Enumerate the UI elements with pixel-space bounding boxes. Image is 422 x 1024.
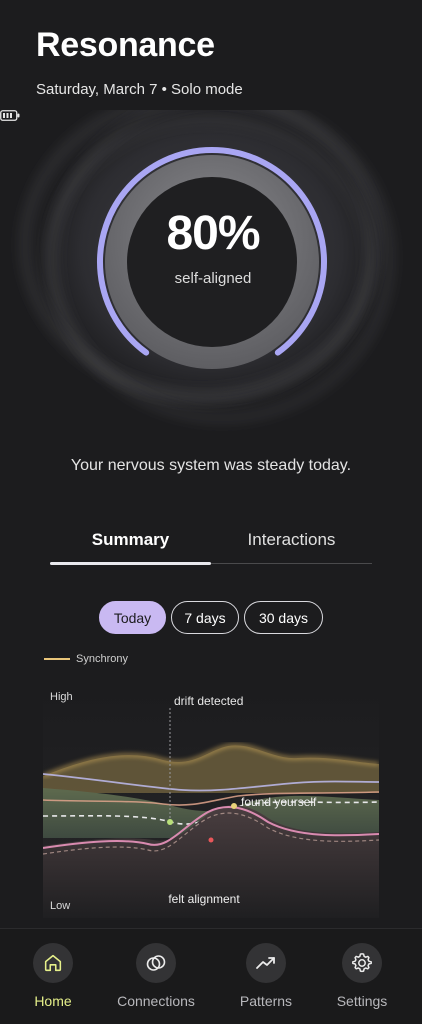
- nav-settings[interactable]: Settings: [312, 943, 412, 1009]
- range-selector: Today 7 days 30 days: [0, 601, 422, 635]
- alignment-label: self-aligned: [174, 270, 252, 287]
- app-screen: Resonance Saturday, March 7 • Solo mode: [0, 0, 422, 1024]
- gear-icon: [352, 953, 372, 973]
- view-tabs: Summary Interactions: [50, 528, 372, 565]
- range-30-days-button[interactable]: 30 days: [244, 601, 323, 634]
- alignment-percent: 80%: [166, 207, 260, 260]
- nav-patterns-circle: [246, 943, 286, 983]
- gauge-readout: 80% self-aligned: [133, 207, 293, 288]
- found-yourself-annotation: found yourself: [241, 795, 317, 809]
- synchrony-chart: High Low drift detected found yourself f…: [43, 688, 379, 918]
- range-today-button[interactable]: Today: [99, 601, 166, 634]
- connections-icon: [146, 955, 166, 971]
- tab-summary[interactable]: Summary: [50, 530, 211, 550]
- nav-patterns[interactable]: Patterns: [216, 943, 316, 1009]
- nav-connections-label: Connections: [117, 993, 195, 1009]
- nav-settings-circle: [342, 943, 382, 983]
- nav-connections-circle: [136, 943, 176, 983]
- home-icon: [44, 954, 62, 972]
- trend-icon: [256, 957, 275, 969]
- synchrony-legend-swatch: [44, 658, 70, 660]
- nav-settings-label: Settings: [336, 993, 388, 1009]
- range-7-days-button[interactable]: 7 days: [171, 601, 239, 634]
- nav-connections[interactable]: Connections: [106, 943, 206, 1009]
- drift-point[interactable]: [167, 819, 173, 825]
- synchrony-chart-graphic: [43, 688, 379, 918]
- felt-point[interactable]: [208, 837, 214, 843]
- battery-icon: [0, 110, 20, 121]
- tab-interactions[interactable]: Interactions: [211, 530, 372, 550]
- nav-home-label: Home: [34, 993, 72, 1009]
- drift-annotation: drift detected: [174, 694, 244, 708]
- bottom-navigation: Home Connections Patterns Settings: [0, 928, 422, 1024]
- chart-high-label: High: [50, 691, 73, 703]
- active-tab-indicator: [50, 562, 211, 565]
- nav-patterns-label: Patterns: [239, 993, 293, 1009]
- chart-legend: Synchrony: [44, 653, 128, 665]
- daily-summary-text: Your nervous system was steady today.: [70, 457, 352, 474]
- date-mode-subtitle: Saturday, March 7 • Solo mode: [36, 81, 243, 98]
- alignment-gauge: 80% self-aligned: [0, 110, 422, 450]
- found-yourself-point[interactable]: [231, 803, 237, 809]
- nav-home-circle: [33, 943, 73, 983]
- synchrony-legend-label: Synchrony: [76, 653, 128, 665]
- felt-alignment-annotation: felt alignment: [168, 892, 240, 906]
- page-title: Resonance: [36, 26, 215, 64]
- nav-home[interactable]: Home: [3, 943, 103, 1009]
